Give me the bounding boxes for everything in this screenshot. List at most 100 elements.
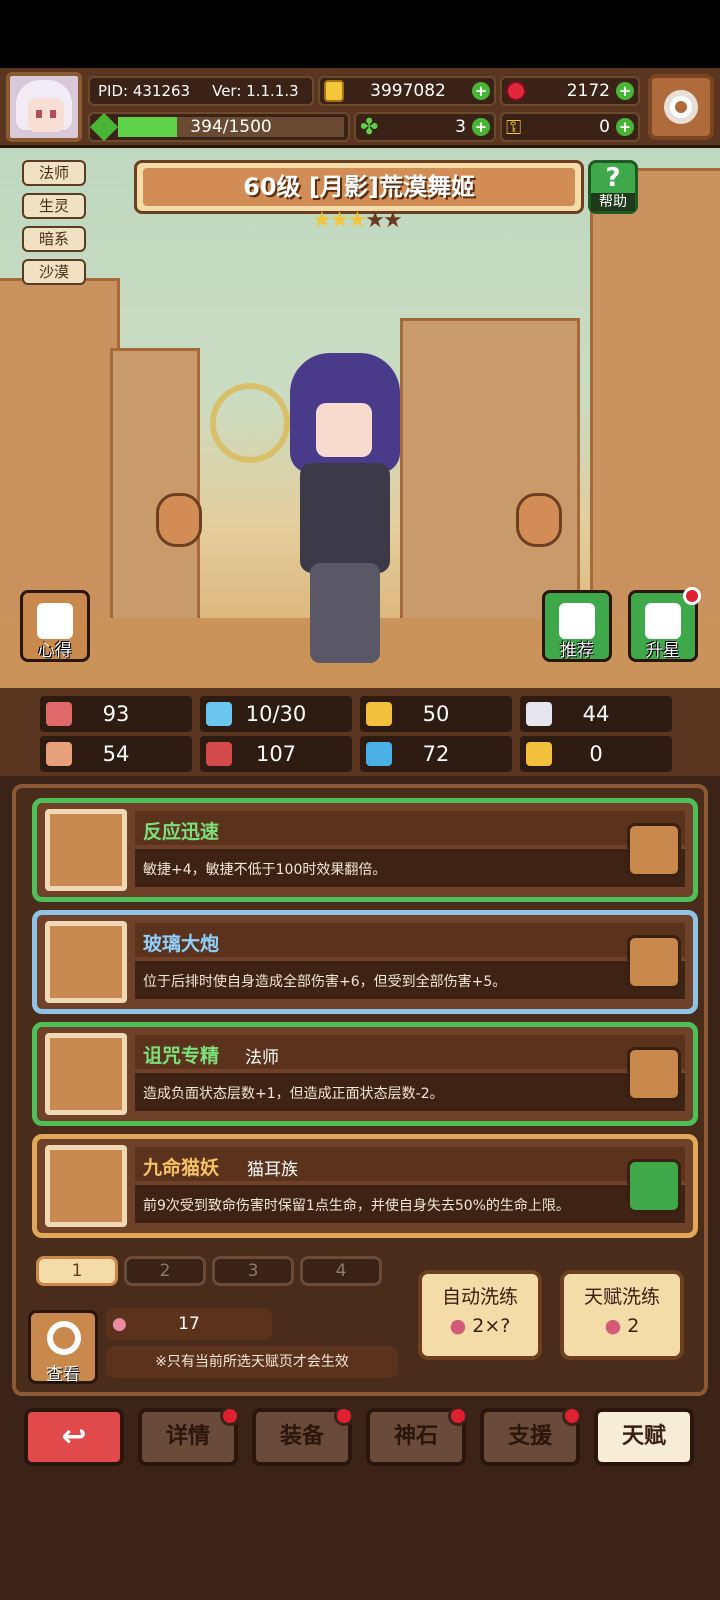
question-icon: ?	[605, 163, 621, 193]
notification-badge	[683, 587, 701, 605]
notification-badge	[220, 1406, 240, 1426]
key-icon: ⚿	[506, 115, 522, 139]
thumbs-up-icon	[559, 603, 595, 639]
journal-icon	[37, 603, 73, 639]
boot-icon	[366, 742, 392, 766]
talent-card[interactable]: 九命猫妖 猫耳族 前9次受到致命伤害时保留1点生命，并使自身失去50%的生命上限…	[32, 1134, 698, 1238]
lock-open-icon[interactable]	[627, 1047, 681, 1101]
gold-amount: 3997082	[370, 81, 446, 101]
talent-tag: 猫耳族	[247, 1160, 298, 1180]
star-filled-icon: ★	[347, 208, 367, 233]
status-bar	[0, 0, 720, 68]
star-icon	[645, 603, 681, 639]
tab-support[interactable]: 支援	[480, 1406, 582, 1466]
energy-icon	[89, 112, 119, 142]
tab-equipment[interactable]: 装备	[252, 1406, 354, 1466]
add-clover-button[interactable]: +	[472, 118, 490, 136]
wand-icon	[45, 1033, 127, 1115]
player-avatar[interactable]	[6, 72, 82, 142]
version-label: Ver: 1.1.1.3	[212, 82, 299, 100]
star-filled-icon: ★	[312, 208, 332, 233]
tab-details[interactable]: 详情	[138, 1406, 240, 1466]
talent-card[interactable]: 反应迅速 敏捷+4，敏捷不低于100时效果翻倍。	[32, 798, 698, 902]
character-sprite	[210, 343, 480, 683]
character-title-bar: 60级 [月影]荒漠舞姬	[134, 160, 584, 214]
energy-box: 394/1500	[88, 112, 350, 142]
talent-name: 诅咒专精	[143, 1045, 220, 1067]
top-header: PID: 431263 Ver: 1.1.1.3 3997082 + 2172 …	[0, 68, 720, 148]
fruit-count: 17	[178, 1314, 200, 1334]
tag-race[interactable]: 生灵	[22, 193, 86, 219]
gem-amount: 2172	[566, 81, 610, 101]
key-amount: 0	[599, 117, 610, 137]
pid-version-box: PID: 431263 Ver: 1.1.1.3	[88, 76, 314, 106]
energy-bar: 394/1500	[118, 117, 344, 137]
tag-element[interactable]: 暗系	[22, 226, 86, 252]
return-arrow-icon: ↩	[61, 1419, 87, 1454]
pid-label: PID: 431263	[98, 82, 191, 100]
lock-open-icon[interactable]	[627, 935, 681, 989]
tag-class[interactable]: 法师	[22, 160, 86, 186]
help-button[interactable]: ? 帮助	[588, 160, 638, 214]
gold-box[interactable]: 3997082 +	[318, 76, 496, 106]
talent-card[interactable]: 玻璃大炮 位于后排时使自身造成全部伤害+6，但受到全部伤害+5。	[32, 910, 698, 1014]
stats-panel: 93 10/30 50 44 54 107 72 0	[0, 688, 720, 776]
notification-badge	[448, 1406, 468, 1426]
key-box[interactable]: ⚿ 0 +	[500, 112, 640, 142]
book-icon	[206, 742, 232, 766]
stat-mana: 10/30	[200, 696, 352, 732]
star-filled-icon: ★	[329, 208, 350, 233]
plus-cross-icon	[45, 921, 127, 1003]
stat-speed: 72	[360, 736, 512, 772]
back-button[interactable]: ↩	[24, 1408, 124, 1466]
talent-page-tab-4[interactable]: 4	[300, 1256, 382, 1286]
talent-refine-button[interactable]: 天赋洗练 ● 2	[560, 1270, 684, 1360]
lock-closed-icon[interactable]	[627, 1159, 681, 1213]
talent-description: 位于后排时使自身造成全部伤害+6，但受到全部伤害+5。	[143, 974, 507, 990]
clover-box[interactable]: ✤ 3 +	[354, 112, 496, 142]
wing-icon	[526, 702, 552, 726]
lock-open-icon[interactable]	[627, 823, 681, 877]
settings-button[interactable]	[648, 74, 714, 140]
stat-strength: 54	[40, 736, 192, 772]
view-button[interactable]: 查看	[28, 1310, 98, 1385]
drop-icon	[206, 702, 232, 726]
talent-page-tab-2[interactable]: 2	[124, 1256, 206, 1286]
star-rating: ★★★★★	[312, 208, 403, 233]
add-gold-button[interactable]: +	[472, 82, 490, 100]
plus-cross-icon	[45, 809, 127, 891]
prev-character-button[interactable]	[156, 493, 202, 547]
tag-region[interactable]: 沙漠	[22, 259, 86, 285]
magnet-icon	[526, 742, 552, 766]
talent-name: 反应迅速	[143, 821, 220, 843]
tab-talent[interactable]: 天赋	[594, 1408, 694, 1466]
talent-page-tab-1[interactable]: 1	[36, 1256, 118, 1286]
talent-description: 造成负面状态层数+1，但造成正面状态层数-2。	[143, 1086, 444, 1102]
insights-button[interactable]: 心得	[20, 590, 90, 662]
talent-page-tab-3[interactable]: 3	[212, 1256, 294, 1286]
notification-badge	[334, 1406, 354, 1426]
page-note: ※只有当前所选天赋页才会生效	[106, 1346, 398, 1378]
talent-description: 前9次受到致命伤害时保留1点生命，并使自身失去50%的生命上限。	[143, 1198, 570, 1214]
talent-card[interactable]: 诅咒专精 法师 造成负面状态层数+1，但造成正面状态层数-2。	[32, 1022, 698, 1126]
talent-name: 玻璃大炮	[143, 933, 220, 955]
tab-godstone[interactable]: 神石	[366, 1406, 468, 1466]
cat-icon	[45, 1145, 127, 1227]
character-scene: 法师 生灵 暗系 沙漠 60级 [月影]荒漠舞姬 ★★★★★ ? 帮助 心得 推…	[0, 148, 720, 688]
add-gem-button[interactable]: +	[616, 82, 634, 100]
red-gem-icon	[506, 81, 526, 101]
auto-refine-button[interactable]: 自动洗练 ● 2×?	[418, 1270, 542, 1360]
star-up-button[interactable]: 升星	[628, 587, 701, 662]
clover-icon: ✤	[360, 114, 379, 140]
recommend-button[interactable]: 推荐	[542, 590, 612, 662]
fist-icon	[46, 742, 72, 766]
stat-defense: 50	[360, 696, 512, 732]
stat-health: 93	[40, 696, 192, 732]
talent-tag: 法师	[245, 1048, 279, 1068]
next-character-button[interactable]	[516, 493, 562, 547]
add-key-button[interactable]: +	[616, 118, 634, 136]
character-title: 60级 [月影]荒漠舞姬	[143, 168, 575, 206]
magnifier-icon	[47, 1321, 81, 1355]
gem-box[interactable]: 2172 +	[500, 76, 640, 106]
stat-luck: 0	[520, 736, 672, 772]
